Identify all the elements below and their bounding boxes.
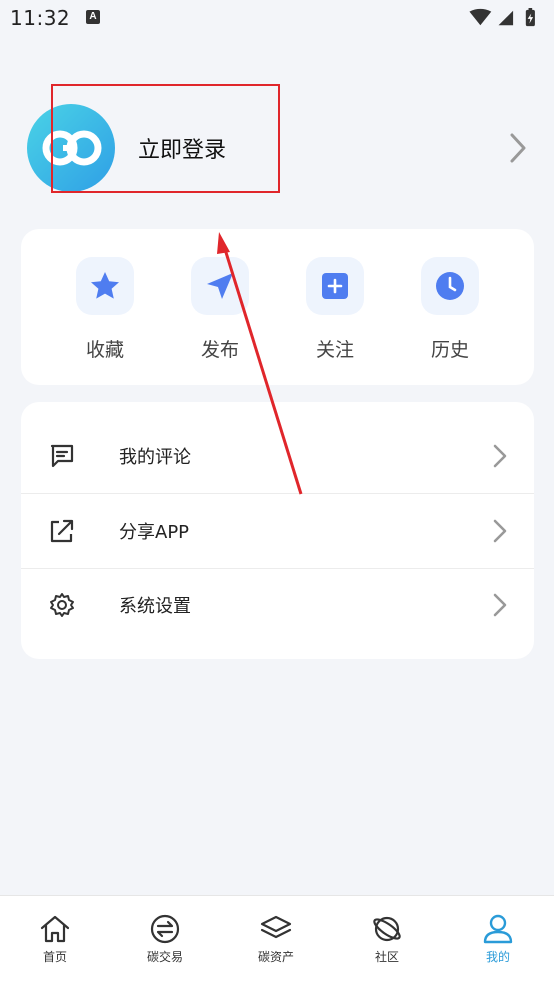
quick-action-history[interactable]: 历史 (415, 257, 485, 362)
menu-item-label: 系统设置 (119, 596, 191, 617)
send-icon (207, 273, 233, 299)
menu-item-my-comments[interactable]: 我的评论 (21, 419, 534, 493)
quick-actions-card: 收藏 发布 关注 历史 (21, 229, 534, 385)
menu-item-label: 我的评论 (119, 447, 191, 468)
menu-item-share-app[interactable]: 分享APP (21, 494, 534, 568)
chevron-right-icon (493, 519, 507, 543)
share-icon (50, 519, 74, 543)
tab-label: 社区 (374, 950, 399, 964)
clock-icon (436, 272, 464, 300)
chevron-right-icon (493, 444, 507, 468)
plus-square-icon (322, 273, 348, 299)
user-icon (483, 914, 513, 944)
planet-icon (373, 916, 401, 942)
quick-action-label: 发布 (200, 339, 239, 361)
layers-icon (260, 915, 292, 939)
settings-icon (50, 593, 74, 617)
quick-action-label: 历史 (430, 339, 469, 361)
menu-item-label: 分享APP (119, 522, 190, 543)
tab-mine[interactable]: 我的 (443, 896, 553, 985)
annotation-highlight-box (51, 84, 280, 193)
tab-carbon-trade[interactable]: 碳交易 (110, 896, 220, 985)
tab-carbon-assets[interactable]: 碳资产 (221, 896, 331, 985)
star-icon (91, 272, 119, 299)
notification-icon: A (86, 10, 100, 24)
home-icon (40, 915, 70, 943)
quick-action-label: 关注 (315, 339, 354, 361)
system-status-icons (469, 8, 535, 27)
chevron-right-icon[interactable] (508, 132, 528, 164)
tab-community[interactable]: 社区 (332, 896, 442, 985)
tab-label: 我的 (485, 950, 510, 964)
chevron-right-icon (493, 593, 507, 617)
menu-item-settings[interactable]: 系统设置 (21, 568, 534, 642)
comment-icon (50, 444, 74, 468)
menu-card: 我的评论 分享APP 系统设置 (21, 402, 534, 659)
exchange-icon (150, 914, 180, 944)
tab-home[interactable]: 首页 (0, 896, 110, 985)
tab-label: 首页 (42, 950, 67, 964)
status-time: 11:32 (10, 6, 71, 30)
bottom-tab-bar: 首页 碳交易 碳资产 社区 我的 (0, 895, 554, 985)
status-bar: 11:32 A (0, 0, 554, 38)
quick-action-label: 收藏 (85, 339, 124, 361)
tab-label: 碳交易 (146, 950, 183, 964)
quick-action-follow[interactable]: 关注 (300, 257, 370, 362)
quick-action-favorites[interactable]: 收藏 (70, 257, 140, 362)
tab-label: 碳资产 (257, 950, 294, 964)
quick-action-publish[interactable]: 发布 (185, 257, 255, 362)
